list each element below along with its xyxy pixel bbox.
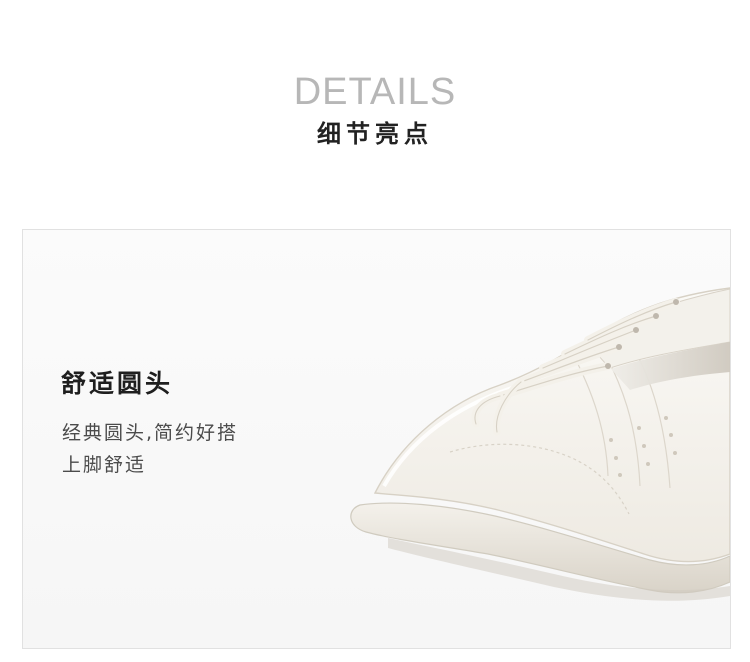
details-title-cn: 细节亮点: [317, 120, 433, 148]
details-header: DETAILS 细节亮点: [0, 0, 750, 200]
sneaker-image: [350, 287, 730, 601]
feature-panel: 舒适圆头 经典圆头,简约好搭 上脚舒适: [22, 229, 731, 649]
feature-title: 舒适圆头: [61, 369, 174, 398]
details-title-en: DETAILS: [293, 71, 457, 113]
feature-description: 经典圆头,简约好搭 上脚舒适: [62, 417, 312, 481]
feature-description-line: 经典圆头,简约好搭: [62, 422, 239, 444]
feature-description-line: 上脚舒适: [62, 454, 147, 476]
